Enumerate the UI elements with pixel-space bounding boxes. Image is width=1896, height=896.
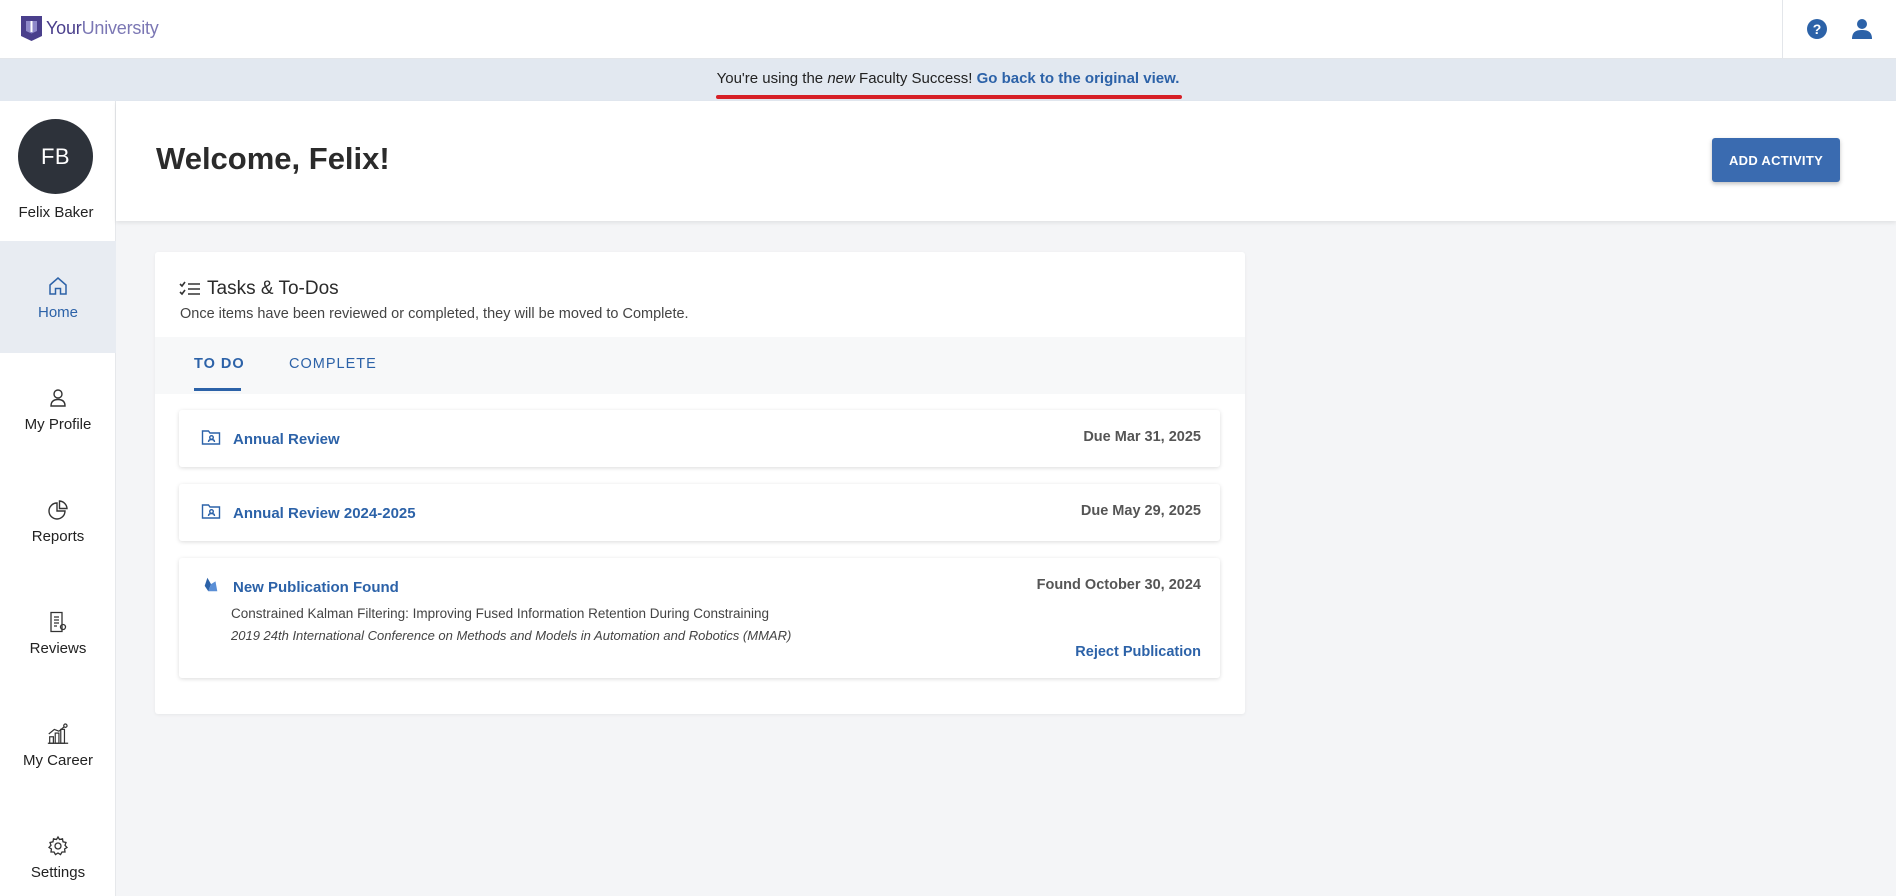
brand-name: YourUniversity — [46, 18, 159, 39]
task-found-date: Found October 30, 2024 — [1036, 577, 1201, 593]
notice-highlight-underline — [715, 94, 1183, 99]
home-icon — [46, 274, 70, 298]
tasks-subtitle: Once items have been reviewed or complet… — [180, 306, 689, 322]
task-title-link[interactable]: Annual Review 2024-2025 — [233, 505, 416, 522]
sidebar-item-my-career[interactable]: My Career — [0, 689, 116, 801]
folder-user-icon — [201, 430, 221, 445]
task-item[interactable]: Annual Review 2024-2025 Due May 29, 2025 — [179, 484, 1220, 541]
tasks-header: Tasks & To-Dos — [179, 278, 339, 300]
sidebar-item-label: My Career — [22, 751, 93, 769]
brand-name-your: Your — [46, 17, 82, 38]
sidebar-item-home[interactable]: Home — [0, 241, 116, 353]
document-icon — [46, 610, 70, 634]
sidebar-item-settings[interactable]: Settings — [0, 801, 116, 896]
checklist-icon — [179, 281, 200, 296]
university-logo-icon — [21, 16, 42, 41]
career-chart-icon — [46, 722, 70, 746]
publication-venue: 2019 24th International Conference on Me… — [231, 628, 792, 643]
top-header: YourUniversity ? — [0, 0, 1896, 59]
brand-logo-link[interactable]: YourUniversity — [19, 14, 159, 42]
tab-complete[interactable]: COMPLETE — [289, 356, 377, 372]
add-activity-button[interactable]: ADD ACTIVITY — [1712, 138, 1840, 182]
left-sidebar: FB Felix Baker Home My Profile Reports R… — [0, 101, 116, 896]
help-icon[interactable]: ? — [1805, 17, 1829, 41]
user-account-icon[interactable] — [1850, 17, 1874, 41]
page-title: Welcome, Felix! — [156, 141, 390, 176]
notice-emphasis: new — [827, 69, 855, 87]
sidebar-item-label: Reports — [31, 527, 85, 545]
sidebar-item-my-profile[interactable]: My Profile — [0, 353, 116, 465]
tasks-card: Tasks & To-Dos Once items have been revi… — [155, 252, 1245, 714]
header-actions: ? — [1782, 0, 1896, 58]
publication-icon — [204, 577, 218, 592]
tasks-tabs: TO DO COMPLETE — [155, 337, 1245, 394]
original-view-link[interactable]: Go back to the original view. — [977, 70, 1180, 87]
task-title-link[interactable]: Annual Review — [233, 431, 340, 448]
sidebar-item-reports[interactable]: Reports — [0, 465, 116, 577]
folder-user-icon — [201, 504, 221, 519]
svg-text:?: ? — [1813, 21, 1822, 37]
sidebar-item-reviews[interactable]: Reviews — [0, 577, 116, 689]
avatar[interactable]: FB — [18, 119, 93, 194]
publication-title: Constrained Kalman Filtering: Improving … — [231, 606, 770, 621]
task-item[interactable]: New Publication Found Found October 30, … — [179, 558, 1220, 678]
sidebar-item-label: Settings — [30, 863, 86, 881]
welcome-header: Welcome, Felix! ADD ACTIVITY — [116, 101, 1896, 221]
notice-middle: Faculty Success! — [854, 69, 977, 87]
notice-prefix: You're using the — [716, 69, 828, 87]
task-due-date: Due May 29, 2025 — [1080, 503, 1201, 519]
sidebar-item-label: My Profile — [24, 415, 92, 433]
tab-to-do[interactable]: TO DO — [194, 356, 245, 372]
notice-text: You're using the new Faculty Success! Go… — [715, 69, 1183, 99]
brand-name-university: University — [81, 17, 159, 38]
pie-chart-icon — [46, 498, 70, 522]
new-view-notice: You're using the new Faculty Success! Go… — [0, 59, 1896, 101]
person-icon — [46, 386, 70, 410]
reject-publication-link[interactable]: Reject Publication — [1075, 644, 1201, 660]
gear-icon — [46, 834, 70, 858]
task-title-link[interactable]: New Publication Found — [233, 579, 399, 596]
tasks-title: Tasks & To-Dos — [207, 278, 339, 299]
user-name: Felix Baker — [18, 204, 94, 221]
sidebar-item-label: Reviews — [29, 639, 87, 657]
task-item[interactable]: Annual Review Due Mar 31, 2025 — [179, 410, 1220, 467]
task-due-date: Due Mar 31, 2025 — [1083, 429, 1201, 445]
active-tab-indicator — [194, 388, 241, 391]
sidebar-item-label: Home — [37, 303, 78, 321]
